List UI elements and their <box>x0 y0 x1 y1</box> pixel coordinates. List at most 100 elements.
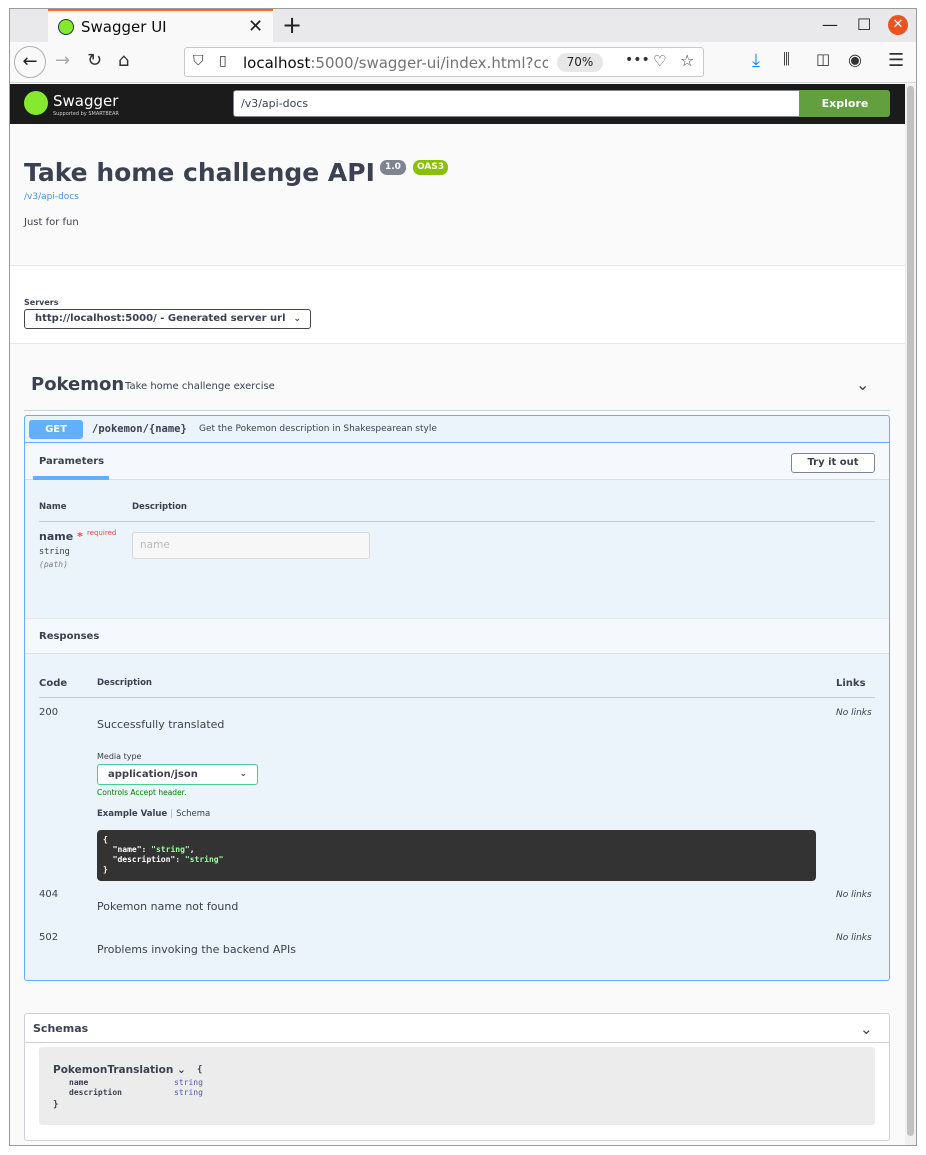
tab-parameters[interactable]: Parameters <box>39 456 104 467</box>
tab-title: Swagger UI <box>81 18 167 36</box>
reload-icon[interactable]: ↻ <box>87 50 102 71</box>
model-open-brace: { <box>197 1065 203 1075</box>
forward-arrow-icon[interactable]: → <box>55 50 70 71</box>
resp-col-code: Code <box>39 678 68 689</box>
operation-path: /pokemon/{name} <box>92 423 187 435</box>
param-col-description: Description <box>132 502 187 512</box>
spec-link[interactable]: /v3/api-docs <box>24 192 79 202</box>
divider <box>39 521 875 522</box>
oas-badge: OAS3 <box>413 160 449 175</box>
code-line: } <box>103 865 108 874</box>
response-links-200: No links <box>836 708 872 718</box>
download-icon[interactable]: ⤓ <box>752 50 760 71</box>
menu-icon[interactable]: ☰ <box>888 50 904 71</box>
new-tab-icon[interactable]: + <box>282 11 302 39</box>
try-it-out-button[interactable]: Try it out <box>791 453 875 473</box>
model-prop-type: string <box>174 1078 203 1087</box>
collapse-chevron-icon[interactable]: ⌄ <box>856 375 869 394</box>
library-icon[interactable]: ⫼ <box>783 50 790 68</box>
model-close-brace: } <box>53 1100 59 1110</box>
media-type-label: Media type <box>97 752 142 761</box>
model-pokemon-translation: PokemonTranslation ⌄ { name string descr… <box>39 1047 875 1125</box>
required-label: required <box>87 529 117 537</box>
close-tab-icon[interactable]: ✕ <box>248 16 263 37</box>
swagger-logo-subtext: Supported by SMARTBEAR <box>53 111 119 117</box>
model-name[interactable]: PokemonTranslation ⌄ <box>53 1064 186 1076</box>
schemas-header[interactable]: Schemas ⌄ <box>25 1014 889 1043</box>
browser-tab[interactable]: Swagger UI ✕ <box>48 9 273 42</box>
explore-button[interactable]: Explore <box>800 90 890 117</box>
tag-header-pokemon[interactable]: Pokemon Take home challenge exercise ⌄ <box>24 361 890 411</box>
operation-get-pokemon: GET /pokemon/{name} Get the Pokemon desc… <box>24 415 890 981</box>
tab-example-value[interactable]: Example Value <box>97 809 167 819</box>
tag-description: Take home challenge exercise <box>125 381 275 392</box>
page-icon: ▯ <box>219 53 227 69</box>
back-arrow-icon[interactable]: ← <box>14 46 46 78</box>
api-description: Just for fun <box>24 217 79 228</box>
url-text[interactable]: localhost:5000/swagger-ui/index.html?con… <box>243 54 548 72</box>
divider <box>10 343 905 344</box>
zoom-level[interactable]: 70% <box>557 53 603 72</box>
minimize-icon[interactable]: — <box>822 15 838 34</box>
scrollbar-thumb[interactable] <box>907 86 914 1136</box>
browser-window: Swagger UI ✕ + — ☐ ✕ ← → ↻ ⌂ ⛉ ▯ localho… <box>9 8 917 1146</box>
param-location: (path) <box>39 560 68 569</box>
media-type-note: Controls Accept header. <box>97 788 187 797</box>
media-type-select[interactable]: application/json ⌄ <box>97 764 258 785</box>
model-prop-name: name <box>69 1078 89 1087</box>
tab-separator: | <box>170 809 174 819</box>
home-icon[interactable]: ⌂ <box>118 50 129 71</box>
maximize-icon[interactable]: ☐ <box>857 15 871 34</box>
code-key: "description": <box>103 855 185 864</box>
swagger-topbar: Swagger Supported by SMARTBEAR /v3/api-d… <box>10 84 905 124</box>
response-desc-200: Successfully translated <box>97 718 225 731</box>
spec-url-input[interactable]: /v3/api-docs <box>233 90 800 117</box>
response-desc-502: Problems invoking the backend APIs <box>97 943 296 956</box>
more-actions-icon[interactable]: ••• <box>625 52 650 68</box>
name-param-input[interactable]: name <box>132 532 370 559</box>
shield-icon[interactable]: ⛉ <box>193 53 204 69</box>
responses-header: Responses <box>25 618 889 654</box>
divider <box>39 697 875 698</box>
nav-bar: ← → ↻ ⌂ ⛉ ▯ localhost:5000/swagger-ui/in… <box>10 42 916 83</box>
servers-selected-value: http://localhost:5000/ - Generated serve… <box>35 313 286 324</box>
schemas-title: Schemas <box>33 1022 89 1035</box>
method-badge: GET <box>29 420 83 439</box>
version-badge: 1.0 <box>380 160 406 175</box>
response-desc-404: Pokemon name not found <box>97 900 239 913</box>
example-value-code: { "name": "string", "description": "stri… <box>97 830 816 881</box>
code-comma: , <box>189 845 195 854</box>
swagger-page: Take home challenge API 1.0 OAS3 /v3/api… <box>10 124 905 1145</box>
servers-section: Servers http://localhost:5000/ - Generat… <box>10 266 905 343</box>
response-code-502: 502 <box>39 932 59 943</box>
param-col-name: Name <box>39 502 67 512</box>
resp-col-description: Description <box>97 678 152 688</box>
sidebar-icon[interactable]: ◫ <box>816 50 830 68</box>
collapse-chevron-icon[interactable]: ⌄ <box>860 1020 873 1038</box>
pocket-icon[interactable]: ♡ <box>653 52 666 70</box>
url-host: localhost <box>243 54 311 72</box>
url-path: :5000/swagger-ui/index.html?confi <box>310 54 548 72</box>
operation-summary-text: Get the Pokemon description in Shakespea… <box>199 424 437 434</box>
model-prop-type: string <box>174 1088 203 1097</box>
response-code-200: 200 <box>39 707 59 718</box>
account-icon[interactable]: ◉ <box>848 50 862 69</box>
chevron-down-icon: ⌄ <box>239 769 247 779</box>
operation-summary[interactable]: GET /pokemon/{name} Get the Pokemon desc… <box>25 416 889 443</box>
param-type: string <box>39 547 70 557</box>
code-string: "string" <box>151 845 190 854</box>
url-bar[interactable]: ⛉ ▯ localhost:5000/swagger-ui/index.html… <box>184 47 704 77</box>
param-name: name * <box>39 530 83 543</box>
window-close-icon[interactable]: ✕ <box>888 15 908 35</box>
model-prop-name: description <box>69 1088 122 1097</box>
bookmark-star-icon[interactable]: ☆ <box>680 51 694 70</box>
response-code-404: 404 <box>39 889 59 900</box>
chevron-down-icon: ⌄ <box>293 314 301 324</box>
tab-schema[interactable]: Schema <box>176 809 210 819</box>
swagger-favicon-icon <box>58 19 74 35</box>
servers-select[interactable]: http://localhost:5000/ - Generated serve… <box>24 309 311 329</box>
response-links-404: No links <box>836 890 872 900</box>
resp-col-links: Links <box>836 678 866 689</box>
page-title: Take home challenge API <box>24 158 375 187</box>
tag-name: Pokemon <box>31 374 125 395</box>
